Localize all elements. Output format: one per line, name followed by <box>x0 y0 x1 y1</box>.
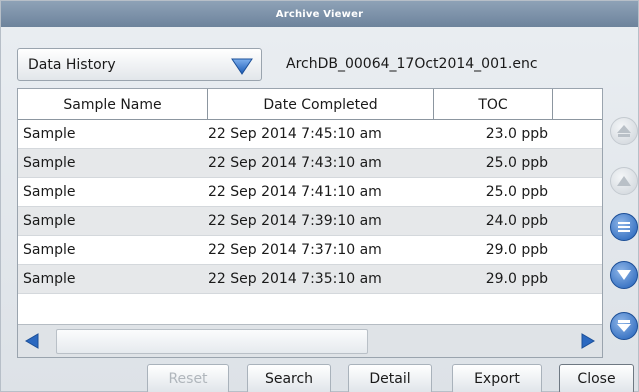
table-row[interactable]: Sample 22 Sep 2014 7:43:10 am 25.0 ppb <box>18 149 602 178</box>
cell-date-completed: 22 Sep 2014 7:43:10 am <box>208 155 382 171</box>
column-header-sample-name[interactable]: Sample Name <box>18 89 208 120</box>
cell-sample-name: Sample <box>23 242 76 258</box>
table-body: Sample 22 Sep 2014 7:45:10 am 23.0 ppb S… <box>18 120 602 294</box>
table-row[interactable]: Sample 22 Sep 2014 7:41:10 am 25.0 ppb <box>18 178 602 207</box>
archive-file-name: ArchDB_00064_17Oct2014_001.enc <box>286 56 538 72</box>
line-up-button[interactable] <box>610 167 638 195</box>
cell-date-completed: 22 Sep 2014 7:45:10 am <box>208 126 382 142</box>
cell-blank <box>553 178 602 207</box>
data-history-table: Sample Name Date Completed TOC Sample 22… <box>17 88 603 358</box>
cell-toc: 25.0 ppb <box>485 155 548 171</box>
cell-toc: 25.0 ppb <box>485 184 548 200</box>
window-title: Archive Viewer <box>1 1 638 27</box>
data-type-dropdown[interactable]: Data History <box>17 48 262 81</box>
list-button[interactable] <box>610 213 638 241</box>
cell-date-completed: 22 Sep 2014 7:35:10 am <box>208 271 382 287</box>
scroll-right-icon[interactable] <box>580 333 596 349</box>
cell-sample-name: Sample <box>23 213 76 229</box>
cell-date-completed: 22 Sep 2014 7:39:10 am <box>208 213 382 229</box>
page-down-button[interactable] <box>610 312 638 340</box>
cell-toc: 23.0 ppb <box>485 126 548 142</box>
detail-button[interactable]: Detail <box>348 364 432 392</box>
export-button[interactable]: Export <box>452 364 542 392</box>
cell-sample-name: Sample <box>23 271 76 287</box>
cell-sample-name: Sample <box>23 126 76 142</box>
cell-toc: 24.0 ppb <box>485 213 548 229</box>
reset-button[interactable]: Reset <box>147 364 229 392</box>
table-row[interactable]: Sample 22 Sep 2014 7:45:10 am 23.0 ppb <box>18 120 602 149</box>
cell-date-completed: 22 Sep 2014 7:41:10 am <box>208 184 382 200</box>
horizontal-scrollbar[interactable] <box>18 324 602 357</box>
column-header-toc[interactable]: TOC <box>434 89 553 120</box>
page-up-button[interactable] <box>610 117 638 145</box>
table-row[interactable]: Sample 22 Sep 2014 7:37:10 am 29.0 ppb <box>18 236 602 265</box>
chevron-down-icon[interactable] <box>231 57 253 75</box>
table-row[interactable]: Sample 22 Sep 2014 7:35:10 am 29.0 ppb <box>18 265 602 294</box>
dropdown-value: Data History <box>28 56 116 73</box>
cell-date-completed: 22 Sep 2014 7:37:10 am <box>208 242 382 258</box>
cell-blank <box>553 120 602 149</box>
column-header-blank <box>553 89 602 120</box>
scrollbar-thumb[interactable] <box>56 329 368 354</box>
cell-sample-name: Sample <box>23 155 76 171</box>
page-down-icon <box>617 320 631 332</box>
archive-viewer-window: Archive Viewer Data History ArchDB_00064… <box>0 0 639 392</box>
cell-sample-name: Sample <box>23 184 76 200</box>
table-row[interactable]: Sample 22 Sep 2014 7:39:10 am 24.0 ppb <box>18 207 602 236</box>
line-up-icon <box>617 176 631 186</box>
cell-toc: 29.0 ppb <box>485 242 548 258</box>
cell-blank <box>553 149 602 178</box>
close-button[interactable]: Close <box>559 364 634 392</box>
line-down-icon <box>617 270 631 280</box>
list-icon <box>618 222 630 232</box>
cell-blank <box>553 265 602 294</box>
cell-blank <box>553 236 602 265</box>
cell-blank <box>553 207 602 236</box>
cell-toc: 29.0 ppb <box>485 271 548 287</box>
scroll-left-icon[interactable] <box>24 333 40 349</box>
column-header-date-completed[interactable]: Date Completed <box>208 89 434 120</box>
page-up-icon <box>617 125 631 137</box>
line-down-button[interactable] <box>610 261 638 289</box>
search-button[interactable]: Search <box>247 364 331 392</box>
table-header: Sample Name Date Completed TOC <box>18 89 602 120</box>
